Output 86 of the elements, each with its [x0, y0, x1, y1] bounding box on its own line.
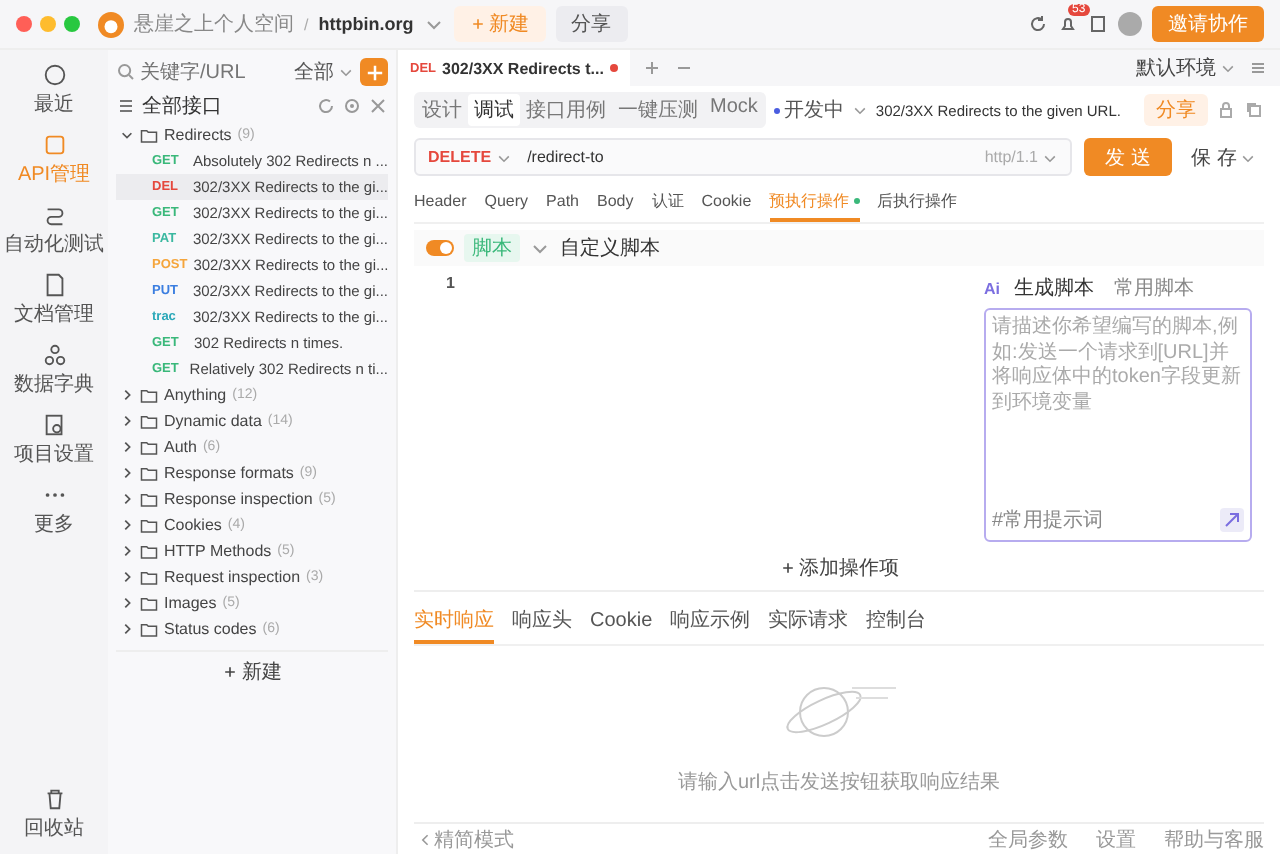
caret-icon[interactable]: [120, 128, 134, 142]
maximize-button[interactable]: [64, 16, 80, 32]
caret-icon[interactable]: [120, 440, 134, 454]
response-tab[interactable]: 实际请求: [768, 600, 849, 644]
caret-icon[interactable]: [120, 570, 134, 584]
caret-icon[interactable]: [120, 622, 134, 636]
environment-dropdown[interactable]: 默认环境: [1136, 54, 1236, 82]
chevron-left-icon: [418, 831, 434, 847]
lock-icon[interactable]: [1216, 100, 1236, 120]
ai-tab[interactable]: 常用脚本: [1108, 274, 1200, 302]
nodes-icon: [41, 342, 67, 368]
param-tab[interactable]: Query: [484, 184, 529, 222]
refresh-icon[interactable]: [1028, 14, 1048, 34]
bell-icon[interactable]: [1058, 14, 1078, 34]
nav-item[interactable]: 最近: [34, 62, 74, 118]
nav-item[interactable]: 数据字典: [14, 342, 94, 398]
ai-tab[interactable]: 生成脚本: [1008, 274, 1100, 302]
param-tab[interactable]: 后执行操作: [877, 184, 958, 222]
param-tab[interactable]: Cookie: [701, 184, 752, 222]
new-button[interactable]: 新建: [116, 650, 388, 692]
mode-tab[interactable]: 一键压测: [612, 94, 704, 126]
caret-icon[interactable]: [120, 596, 134, 610]
nav-item[interactable]: 项目设置: [14, 412, 94, 468]
add-button[interactable]: [360, 58, 388, 86]
search-icon: [116, 62, 136, 82]
list-icon: [116, 96, 136, 116]
minimize-button[interactable]: [40, 16, 56, 32]
nav-item[interactable]: 更多: [34, 482, 74, 538]
caret-icon[interactable]: [120, 414, 134, 428]
document-icon[interactable]: [1088, 14, 1108, 34]
folder-icon: [140, 127, 158, 143]
url-path: /redirect-to: [527, 148, 604, 166]
chevron-down-icon: [1220, 60, 1236, 76]
settings-page-icon: [41, 412, 67, 438]
menu-icon[interactable]: [1248, 58, 1268, 78]
chevron-down-icon: [338, 64, 354, 80]
project-name[interactable]: httpbin.org: [318, 14, 414, 34]
filter-dropdown[interactable]: 全部: [294, 58, 354, 86]
clock-icon: [41, 62, 67, 88]
response-tab[interactable]: 控制台: [866, 600, 927, 644]
send-icon[interactable]: [1220, 508, 1244, 532]
response-tab[interactable]: 响应示例: [670, 600, 751, 644]
plus-icon: [779, 560, 795, 576]
save-button[interactable]: 保 存: [1184, 143, 1264, 171]
param-tab[interactable]: Header: [414, 184, 467, 222]
user-avatar[interactable]: [1118, 12, 1142, 36]
mode-tab[interactable]: Mock: [704, 94, 764, 126]
document-icon: [41, 272, 67, 298]
caret-icon[interactable]: [120, 492, 134, 506]
app-logo-icon: [98, 11, 124, 37]
mode-tab[interactable]: 调试: [468, 94, 520, 126]
mode-tab[interactable]: 接口用例: [520, 94, 612, 126]
caret-icon[interactable]: [120, 388, 134, 402]
param-tab[interactable]: Body: [597, 184, 634, 222]
close-button[interactable]: [16, 16, 32, 32]
response-tab[interactable]: 响应头: [512, 600, 572, 644]
trash-item[interactable]: 回收站: [24, 786, 84, 842]
plus-icon: [222, 664, 238, 680]
script-name: 自定义脚本: [560, 235, 660, 262]
path-separator: /: [304, 15, 309, 33]
status-dropdown[interactable]: 开发中: [773, 96, 868, 124]
line-number: 1: [446, 274, 455, 296]
method-select[interactable]: DELETE: [428, 148, 512, 166]
ai-label: Ai: [984, 279, 1000, 297]
nav-item[interactable]: 文档管理: [14, 272, 94, 328]
prompt-field[interactable]: 请描述你希望编写的脚本,例如:发送一个请求到[URL]并将响应体中的token字段更新到环境变量 #常用提示词: [984, 308, 1252, 542]
param-tab[interactable]: Path: [546, 184, 580, 222]
empty-message: 请输入url点击发送按钮获取响应结果: [677, 769, 1001, 796]
copy-icon[interactable]: [1244, 100, 1264, 120]
chevron-down-icon: [851, 102, 868, 118]
target-icon[interactable]: [342, 96, 362, 116]
caret-icon[interactable]: [120, 544, 134, 558]
mode-tab[interactable]: 设计: [416, 94, 468, 126]
refresh-icon[interactable]: [316, 96, 336, 116]
param-tab[interactable]: 认证: [651, 184, 684, 222]
all-apis-label[interactable]: 全部接口: [142, 92, 222, 120]
enable-toggle[interactable]: [426, 240, 454, 256]
caret-icon[interactable]: [120, 466, 134, 480]
plus-icon[interactable]: [641, 58, 662, 78]
api-icon: [41, 132, 67, 158]
share-button[interactable]: 分享: [555, 6, 628, 42]
plus-icon: [469, 16, 486, 32]
caret-icon[interactable]: [120, 518, 134, 532]
add-action-button[interactable]: 添加操作项: [779, 554, 899, 582]
nav-item[interactable]: 自动化测试: [4, 202, 104, 258]
response-tab[interactable]: Cookie: [590, 600, 653, 644]
